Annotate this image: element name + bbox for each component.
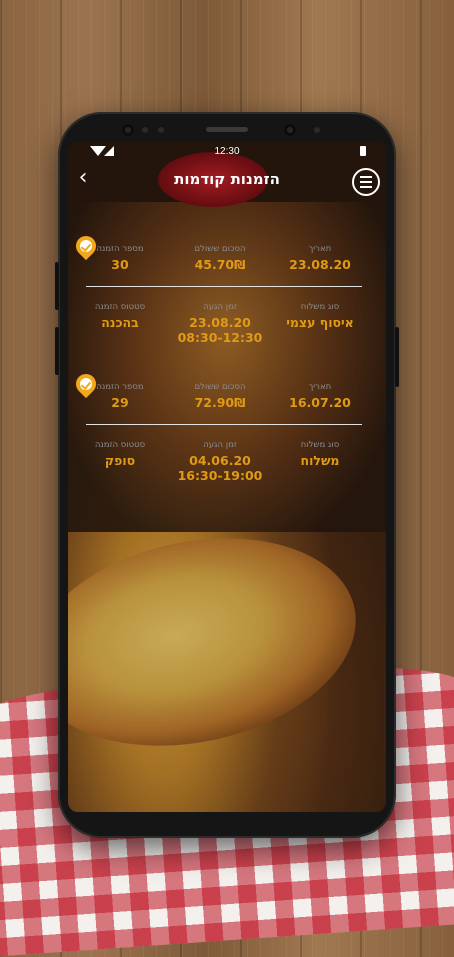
date-label: תאריך xyxy=(308,244,332,254)
app-header: ‹ הזמנות קודמות xyxy=(68,164,386,204)
delivery-type: סוג משלוח איסוף עצמי xyxy=(270,288,370,330)
order-status: סטטוס הזמנה בהכנה xyxy=(70,288,170,330)
amount-value: 45.70₪ xyxy=(194,257,246,272)
order-details-row: סוג משלוח משלוח זמן הגעה 04.06.20 16:30-… xyxy=(68,426,376,483)
volume-up-button xyxy=(55,262,59,310)
order-amount: הסכום ששולם 45.70₪ xyxy=(170,230,270,272)
order-summary-row: תאריך 16.07.20 הסכום ששולם 72.90₪ מספר ה… xyxy=(68,368,376,424)
delivery-type-value: איסוף עצמי xyxy=(286,315,354,330)
delivery-type-label: סוג משלוח xyxy=(300,440,340,450)
delivery-type-label: סוג משלוח xyxy=(300,302,340,312)
order-number: מספר הזמנה 30 xyxy=(70,230,170,272)
sensor-dot xyxy=(158,127,164,133)
front-camera-icon xyxy=(122,124,134,136)
amount-value: 72.90₪ xyxy=(194,395,246,410)
order-date: תאריך 23.08.20 xyxy=(270,230,370,272)
order-summary-row: תאריך 23.08.20 הסכום ששולם 45.70₪ מספר ה… xyxy=(68,230,376,286)
power-button xyxy=(395,327,399,387)
date-label: תאריך xyxy=(308,382,332,392)
phone-frame: 12:30 ‹ הזמנות קודמות תאריך 23.08.20 הסכ… xyxy=(55,112,399,838)
arrival-time: זמן הגעה 23.08.20 08:30-12:30 xyxy=(170,288,270,345)
amount-label: הסכום ששולם xyxy=(194,382,246,392)
arrival-date-value: 23.08.20 xyxy=(189,315,251,330)
order-date: תאריך 16.07.20 xyxy=(270,368,370,410)
iris-camera-icon xyxy=(284,124,296,136)
date-value: 16.07.20 xyxy=(289,395,351,410)
delivery-type: סוג משלוח משלוח xyxy=(270,426,370,468)
status-bar: 12:30 xyxy=(68,142,386,162)
order-status: סטטוס הזמנה סופק xyxy=(70,426,170,468)
page-title: הזמנות קודמות xyxy=(174,170,280,188)
divider xyxy=(86,286,362,287)
arrival-date-value: 04.06.20 xyxy=(189,453,251,468)
status-label: סטטוס הזמנה xyxy=(94,440,146,450)
arrival-window-value: 08:30-12:30 xyxy=(177,330,263,345)
order-number-label: מספר הזמנה xyxy=(96,382,144,392)
arrival-time: זמן הגעה 04.06.20 16:30-19:00 xyxy=(170,426,270,483)
order-number-value: 30 xyxy=(111,257,129,272)
order-amount: הסכום ששולם 72.90₪ xyxy=(170,368,270,410)
arrival-time-label: זמן הגעה xyxy=(203,440,237,450)
date-value: 23.08.20 xyxy=(289,257,351,272)
arrival-time-label: זמן הגעה xyxy=(203,302,237,312)
status-value: סופק xyxy=(104,453,136,468)
order-details-row: סוג משלוח איסוף עצמי זמן הגעה 23.08.20 0… xyxy=(68,288,376,345)
amount-label: הסכום ששולם xyxy=(194,244,246,254)
delivery-type-value: משלוח xyxy=(300,453,340,468)
volume-down-button xyxy=(55,327,59,375)
sensor-dot xyxy=(142,127,148,133)
menu-icon[interactable] xyxy=(352,168,380,196)
status-time: 12:30 xyxy=(214,146,240,157)
status-value: בהכנה xyxy=(101,315,139,330)
battery-icon xyxy=(360,146,366,156)
order-number: מספר הזמנה 29 xyxy=(70,368,170,410)
order-number-value: 29 xyxy=(111,395,129,410)
earpiece-speaker xyxy=(206,127,248,132)
order-number-label: מספר הזמנה xyxy=(96,244,144,254)
status-label: סטטוס הזמנה xyxy=(94,302,146,312)
app-screen: 12:30 ‹ הזמנות קודמות תאריך 23.08.20 הסכ… xyxy=(68,142,386,812)
sensor-dot xyxy=(314,127,320,133)
arrival-window-value: 16:30-19:00 xyxy=(177,468,263,483)
divider xyxy=(86,424,362,425)
